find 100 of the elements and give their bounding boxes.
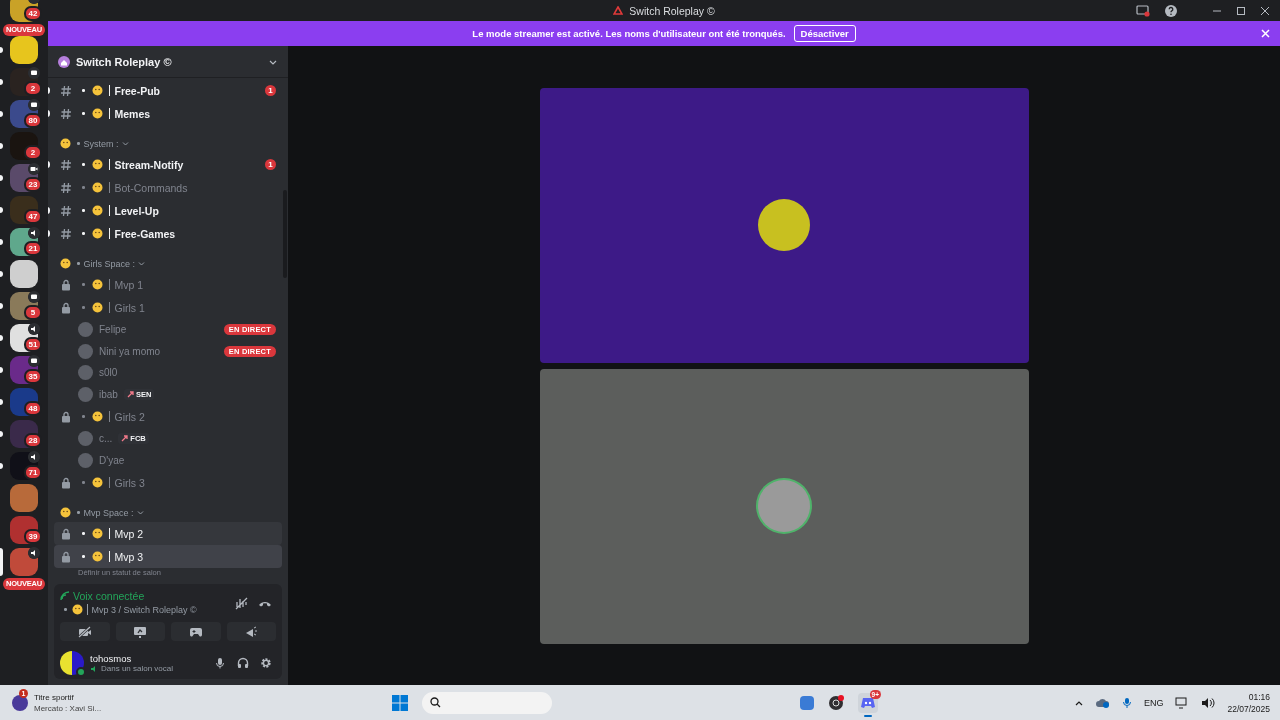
mention-badge: 71 bbox=[24, 465, 42, 480]
windows-icon[interactable] bbox=[392, 694, 408, 711]
chevron-icon bbox=[136, 509, 144, 516]
mention-badge: 23 bbox=[24, 177, 42, 192]
app-logo-icon bbox=[613, 5, 624, 16]
hash-icon bbox=[60, 204, 72, 217]
cloud-icon[interactable] bbox=[1095, 696, 1110, 709]
voice-status: Voix connectée bbox=[73, 590, 145, 602]
lock-icon bbox=[60, 550, 72, 563]
gamepad-icon bbox=[188, 625, 203, 638]
microphone-icon[interactable] bbox=[1121, 696, 1132, 709]
activity-button[interactable] bbox=[171, 622, 221, 641]
channel-item[interactable]: Girls 3 bbox=[54, 471, 282, 494]
emoji-icon bbox=[71, 604, 83, 615]
screen-share-button[interactable] bbox=[115, 622, 165, 641]
settings-icon[interactable] bbox=[260, 657, 272, 669]
hash-icon bbox=[60, 107, 72, 120]
emoji-icon bbox=[91, 228, 103, 239]
channel-item[interactable]: Girls 2 bbox=[54, 405, 282, 428]
mention-badge: 35 bbox=[24, 369, 42, 384]
mention-badge: 2 bbox=[24, 145, 42, 160]
mention-badge: 47 bbox=[24, 209, 42, 224]
mention-badge: 1 bbox=[265, 159, 276, 170]
channel-item[interactable]: Free-Pub 1 bbox=[54, 79, 282, 102]
lock-icon bbox=[60, 301, 72, 314]
volume-icon[interactable] bbox=[1201, 696, 1216, 709]
channel-item[interactable]: Memes bbox=[54, 102, 282, 125]
server-header[interactable]: Switch Roleplay © bbox=[48, 46, 288, 78]
mention-badge: 39 bbox=[24, 529, 42, 544]
window-title: Switch Roleplay © bbox=[629, 4, 715, 17]
emoji-icon bbox=[60, 258, 71, 269]
avatar bbox=[78, 343, 93, 359]
help-icon[interactable] bbox=[1164, 3, 1178, 18]
voice-activity-icon bbox=[28, 323, 40, 335]
signal-icon bbox=[60, 591, 70, 601]
channel-item[interactable]: Mvp 2 bbox=[54, 522, 282, 545]
emoji-icon bbox=[91, 411, 103, 422]
channel-item[interactable]: Level-Up bbox=[54, 199, 282, 222]
user-status: Dans un salon vocal bbox=[101, 664, 174, 673]
chat-activity-icon bbox=[28, 99, 40, 111]
channel-item[interactable]: Stream-Notify 1 bbox=[54, 153, 282, 176]
microphone-icon[interactable] bbox=[214, 657, 226, 669]
avatar bbox=[758, 480, 810, 532]
rocket-icon bbox=[121, 435, 129, 443]
channel-item[interactable]: Bot-Commands bbox=[54, 176, 282, 199]
user-avatar[interactable] bbox=[60, 651, 84, 675]
noise-suppression-icon[interactable] bbox=[234, 596, 248, 610]
emoji-icon bbox=[60, 138, 71, 149]
chat-activity-icon bbox=[28, 355, 40, 367]
avatar bbox=[78, 386, 93, 402]
member-item[interactable]: s0l0 bbox=[54, 362, 282, 384]
server-icon bbox=[58, 55, 70, 68]
soundboard-button[interactable] bbox=[226, 622, 276, 641]
category-header[interactable]: System : bbox=[54, 134, 282, 153]
disable-button[interactable]: Désactiver bbox=[793, 25, 856, 42]
recorder-app-icon[interactable] bbox=[828, 694, 844, 711]
lock-icon bbox=[60, 476, 72, 489]
maximize-icon[interactable] bbox=[1236, 5, 1246, 16]
avatar bbox=[78, 452, 93, 468]
app-icon[interactable] bbox=[800, 695, 814, 710]
emoji-icon bbox=[91, 159, 103, 170]
camera-off-icon bbox=[77, 625, 92, 638]
lock-icon bbox=[60, 527, 72, 540]
member-item[interactable]: D'yae bbox=[54, 449, 282, 471]
headphones-icon[interactable] bbox=[237, 657, 249, 669]
channel-item[interactable]: Mvp 3 bbox=[54, 545, 282, 568]
search-field[interactable] bbox=[422, 691, 552, 714]
emoji-icon bbox=[60, 507, 71, 518]
chat-activity-icon bbox=[28, 291, 40, 303]
emoji-icon bbox=[91, 85, 103, 96]
server-icon[interactable] bbox=[10, 36, 38, 64]
channel-item[interactable]: Free-Games bbox=[54, 222, 282, 245]
mention-badge: 48 bbox=[24, 401, 42, 416]
voice-channel-link[interactable]: Mvp 3 / Switch Roleplay © bbox=[91, 604, 197, 615]
lock-icon bbox=[60, 278, 72, 291]
mention-badge: 5 bbox=[24, 305, 42, 320]
channel-item[interactable]: Mvp 1 bbox=[54, 273, 282, 296]
camera-button[interactable] bbox=[60, 622, 110, 641]
language-indicator[interactable]: ENG bbox=[1143, 697, 1164, 708]
network-icon[interactable] bbox=[1175, 696, 1190, 709]
mention-badge: 1 bbox=[265, 85, 276, 96]
category-header[interactable]: Mvp Space : bbox=[54, 503, 282, 522]
speaker-icon bbox=[90, 664, 98, 673]
screen-share-icon bbox=[133, 625, 148, 638]
emoji-icon bbox=[91, 205, 103, 216]
participant-tile[interactable] bbox=[539, 87, 1029, 363]
category-header[interactable]: Girls Space : bbox=[54, 254, 282, 273]
emoji-icon bbox=[91, 477, 103, 488]
username: tohosmos bbox=[90, 653, 133, 664]
screen-icon[interactable] bbox=[1136, 4, 1150, 17]
avatar bbox=[758, 199, 810, 251]
channel-item[interactable]: Girls 1 bbox=[54, 296, 282, 319]
participant-tile[interactable] bbox=[539, 368, 1029, 644]
close-icon[interactable] bbox=[1260, 5, 1270, 16]
hash-icon bbox=[60, 158, 72, 171]
avatar bbox=[78, 322, 93, 338]
server-icon[interactable] bbox=[10, 260, 38, 288]
clock[interactable]: 01:16 22/07/2025 bbox=[1227, 691, 1270, 714]
chevron-icon bbox=[138, 260, 146, 267]
mention-badge: 21 bbox=[24, 241, 42, 256]
